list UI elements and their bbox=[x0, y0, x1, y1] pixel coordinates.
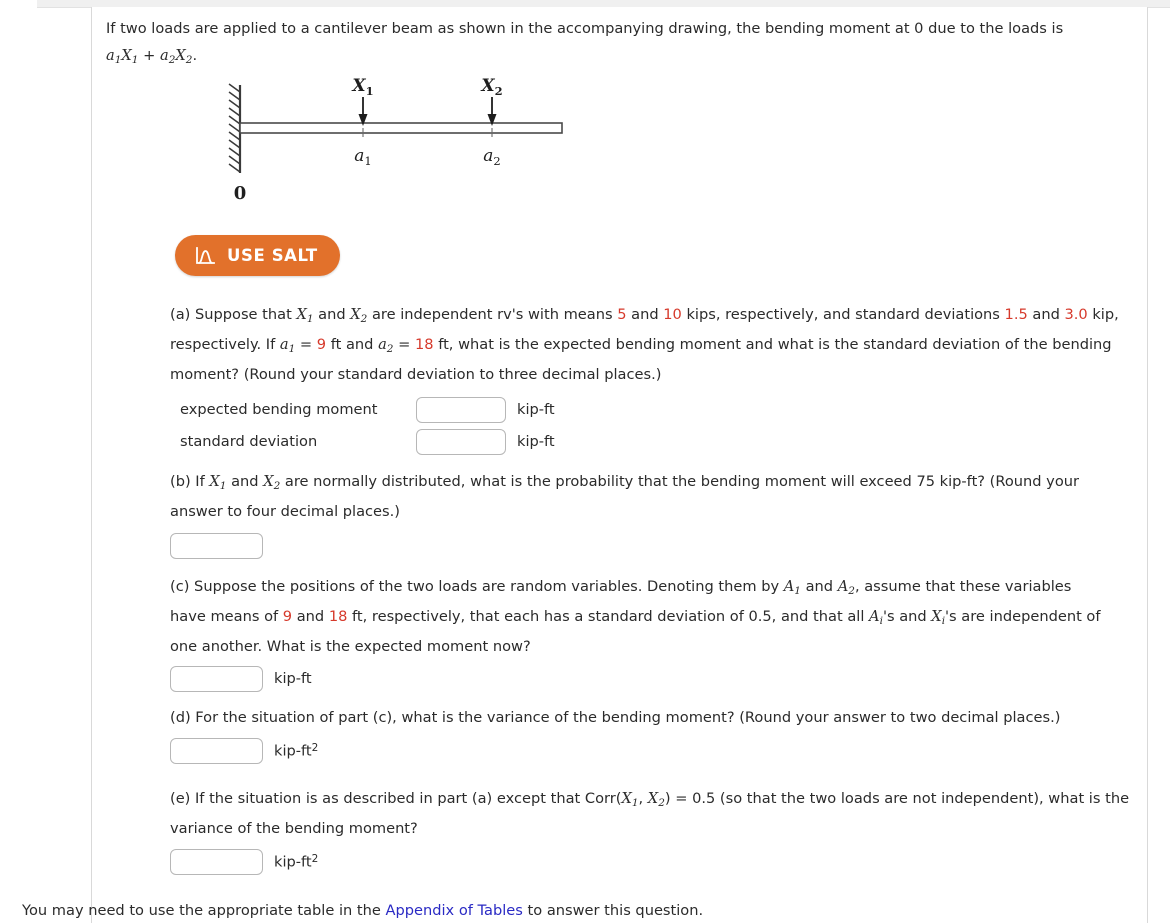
question-content-frame: If two loads are applied to a cantilever… bbox=[22, 7, 1148, 923]
part-b-answer-row bbox=[170, 532, 1135, 559]
use-salt-button[interactable]: USE SALT bbox=[175, 235, 340, 276]
question-part-c: (c) Suppose the positions of the two loa… bbox=[170, 574, 1105, 692]
part-a-question: (a) Suppose that X1 and X2 are independe… bbox=[170, 306, 1119, 383]
part-a-x1: X1 bbox=[296, 306, 314, 325]
part-b-x1: X1 bbox=[209, 473, 227, 492]
formula-a2: a2 bbox=[159, 47, 176, 66]
standard-deviation-unit: kip-ft bbox=[517, 433, 555, 451]
part-a-mean2: 10 bbox=[663, 306, 682, 323]
part-e-x1: X1 bbox=[621, 790, 639, 809]
formula-x1: X1 bbox=[121, 47, 139, 66]
question-part-d: (d) For the situation of part (c), what … bbox=[170, 705, 1145, 764]
part-e-answer-row: kip-ft2 bbox=[170, 848, 1130, 875]
part-a-marker: (a) Suppose that bbox=[170, 306, 297, 323]
appendix-of-tables-link[interactable]: Appendix of Tables bbox=[386, 902, 523, 919]
expected-bending-moment-unit: kip-ft bbox=[517, 401, 555, 419]
question-part-e: (e) If the situation is as described in … bbox=[170, 786, 1130, 875]
part-a-a2-val: 18 bbox=[414, 335, 434, 353]
part-d-answer-row: kip-ft2 bbox=[170, 738, 1145, 764]
part-e-marker: (e) If the situation is as described in … bbox=[170, 790, 622, 807]
part-a-x2: X2 bbox=[350, 306, 368, 325]
part-c-ai: Ai bbox=[869, 607, 883, 627]
part-a-answer-row-2: standard deviation kip-ft bbox=[180, 428, 1170, 455]
part-e-answer-unit: kip-ft2 bbox=[274, 853, 319, 871]
part-c-answer-unit: kip-ft bbox=[274, 670, 312, 688]
part-a-a1-val: 9 bbox=[316, 335, 327, 353]
part-e-x2: X2 bbox=[647, 790, 665, 809]
part-a-a1: a1 bbox=[279, 335, 296, 355]
part-c-a2: A2 bbox=[837, 578, 855, 597]
diagram-label-a1: a1 bbox=[354, 146, 371, 168]
question-part-a: (a) Suppose that X1 and X2 are independe… bbox=[170, 302, 1170, 455]
question-part-b: (b) If X1 and X2 are normally distribute… bbox=[170, 469, 1135, 559]
standard-deviation-label: standard deviation bbox=[180, 433, 318, 451]
part-a-mean1: 5 bbox=[617, 306, 627, 323]
formula-period: . bbox=[192, 47, 198, 64]
part-c-mean2: 18 bbox=[328, 607, 348, 625]
part-b-x2: X2 bbox=[263, 473, 281, 492]
part-e-answer-input[interactable] bbox=[170, 848, 263, 875]
appendix-note: You may need to use the appropriate tabl… bbox=[22, 902, 1132, 919]
prompt-line-1: If two loads are applied to a cantilever… bbox=[106, 20, 1064, 37]
part-b-question: (b) If X1 and X2 are normally distribute… bbox=[170, 473, 1079, 520]
part-c-mean1: 9 bbox=[282, 607, 293, 625]
part-c-answer-input[interactable] bbox=[170, 665, 263, 692]
diagram-label-origin: 0 bbox=[234, 183, 247, 204]
diagram-label-a2: a2 bbox=[483, 146, 500, 168]
appendix-note-after: to answer this question. bbox=[522, 902, 704, 919]
part-e-question: (e) If the situation is as described in … bbox=[170, 790, 1130, 837]
formula-x2: X2 bbox=[175, 47, 193, 66]
part-c-xi: Xi bbox=[931, 607, 946, 627]
appendix-note-before: You may need to use the appropriate tabl… bbox=[22, 902, 386, 919]
prompt-formula: a1X1 + a2X2. bbox=[106, 43, 1136, 73]
expected-bending-moment-label: expected bending moment bbox=[180, 401, 378, 419]
distribution-curve-icon bbox=[194, 246, 216, 266]
part-c-question: (c) Suppose the positions of the two loa… bbox=[170, 578, 1101, 655]
part-a-a2: a2 bbox=[378, 335, 394, 355]
part-b-marker: (b) If bbox=[170, 473, 210, 490]
part-c-answer-row: kip-ft bbox=[170, 665, 1105, 692]
use-salt-label: USE SALT bbox=[227, 246, 318, 265]
formula-plus: + bbox=[138, 47, 160, 64]
part-c-a1: A1 bbox=[783, 578, 801, 597]
standard-deviation-input[interactable] bbox=[416, 428, 506, 455]
part-d-answer-input[interactable] bbox=[170, 738, 263, 764]
question-prompt: If two loads are applied to a cantilever… bbox=[106, 16, 1136, 73]
part-c-marker: (c) Suppose the positions of the two loa… bbox=[170, 578, 784, 595]
cantilever-beam-diagram: X1 X2 a1 a2 0 bbox=[222, 75, 612, 210]
part-a-sd1: 1.5 bbox=[1004, 306, 1028, 323]
diagram-label-x1: X1 bbox=[351, 76, 373, 98]
part-a-sd2: 3.0 bbox=[1064, 306, 1088, 323]
formula-a1: a1 bbox=[106, 47, 122, 66]
expected-bending-moment-input[interactable] bbox=[416, 396, 506, 423]
part-b-answer-input[interactable] bbox=[170, 532, 263, 559]
diagram-label-x2: X2 bbox=[480, 76, 502, 98]
part-d-question: (d) For the situation of part (c), what … bbox=[170, 709, 1061, 726]
part-d-answer-unit: kip-ft2 bbox=[274, 742, 319, 760]
part-a-answer-row-1: expected bending moment kip-ft bbox=[180, 396, 1170, 423]
